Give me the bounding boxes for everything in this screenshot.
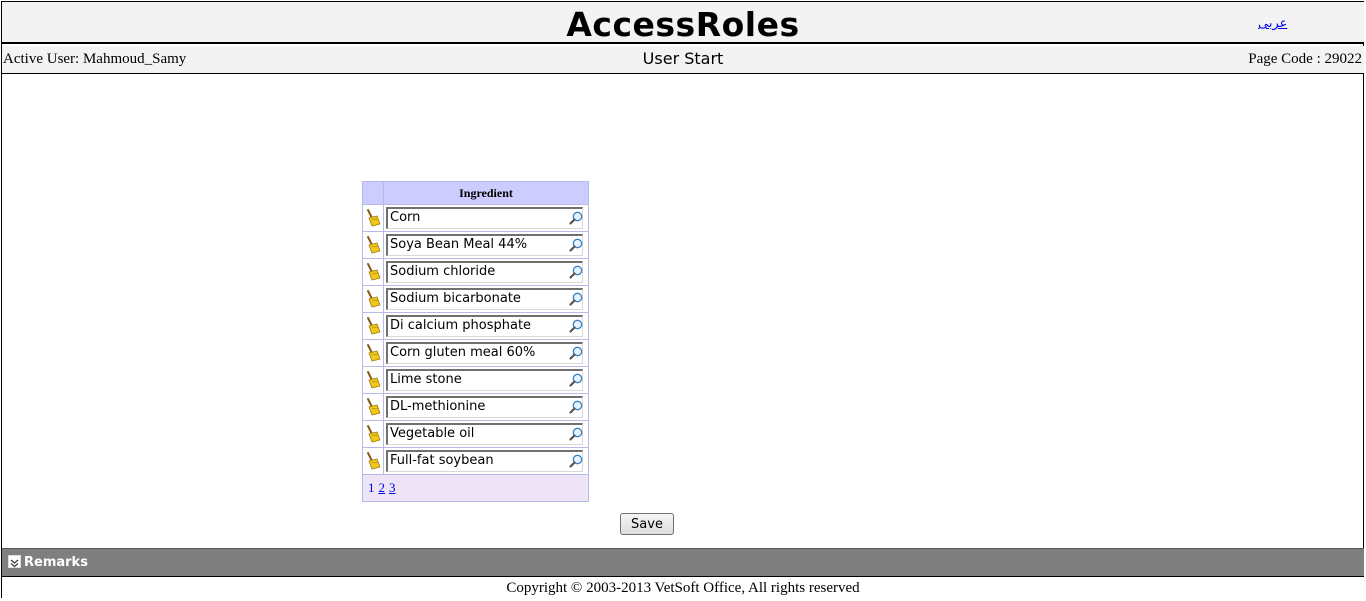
ingredient-cell: Corn [384, 205, 588, 231]
footer: Copyright © 2003-2013 VetSoft Office, Al… [2, 576, 1364, 598]
table-row: Vegetable oil [363, 421, 588, 448]
table-row: Soya Bean Meal 44% [363, 232, 588, 259]
magnifier-icon[interactable] [568, 426, 584, 442]
pager-page-link[interactable]: 2 [379, 480, 386, 496]
ingredient-cell: Sodium bicarbonate [384, 286, 588, 312]
table-row: DL-methionine [363, 394, 588, 421]
broom-icon[interactable] [363, 448, 384, 474]
grid-header-ingredient: Ingredient [384, 182, 588, 204]
title-bar: AccessRoles عربى [2, 2, 1364, 44]
broom-icon[interactable] [363, 259, 384, 285]
broom-icon[interactable] [363, 232, 384, 258]
broom-icon[interactable] [363, 205, 384, 231]
ingredient-input[interactable]: Lime stone [386, 369, 583, 391]
grid-pager: 1 2 3 [363, 475, 588, 501]
collapse-icon[interactable] [8, 555, 21, 568]
ingredient-cell: Vegetable oil [384, 421, 588, 447]
app-title: AccessRoles [566, 5, 800, 44]
remarks-bar[interactable]: Remarks [2, 548, 1364, 576]
broom-icon[interactable] [363, 421, 384, 447]
broom-icon[interactable] [363, 394, 384, 420]
grid-body: Corn Soya Bean Meal 44% Sodium chloride Sod… [363, 205, 588, 475]
remarks-label: Remarks [24, 555, 88, 570]
magnifier-icon[interactable] [568, 345, 584, 361]
info-bar: Active User: Mahmoud_Samy User Start Pag… [2, 46, 1364, 74]
ingredient-cell: Corn gluten meal 60% [384, 340, 588, 366]
page-code-label: Page Code : 29022 [1248, 51, 1362, 67]
table-row: Full-fat soybean [363, 448, 588, 475]
ingredient-input[interactable]: Full-fat soybean [386, 450, 583, 472]
ingredient-grid: Ingredient Corn Soya Bean Meal 44% Sodium … [362, 181, 589, 502]
table-row: Lime stone [363, 367, 588, 394]
save-button[interactable]: Save [620, 513, 674, 535]
table-row: Corn gluten meal 60% [363, 340, 588, 367]
ingredient-input[interactable]: Corn [386, 207, 583, 229]
ingredient-input[interactable]: DL-methionine [386, 396, 583, 418]
magnifier-icon[interactable] [568, 399, 584, 415]
magnifier-icon[interactable] [568, 372, 584, 388]
ingredient-cell: Sodium chloride [384, 259, 588, 285]
magnifier-icon[interactable] [568, 291, 584, 307]
magnifier-icon[interactable] [568, 264, 584, 280]
copyright-text: Copyright © 2003-2013 VetSoft Office, Al… [506, 580, 860, 596]
ingredient-input[interactable]: Sodium bicarbonate [386, 288, 583, 310]
grid-header-row: Ingredient [363, 182, 588, 205]
ingredient-cell: Lime stone [384, 367, 588, 393]
ingredient-input[interactable]: Di calcium phosphate [386, 315, 583, 337]
magnifier-icon[interactable] [568, 453, 584, 469]
ingredient-input[interactable]: Corn gluten meal 60% [386, 342, 583, 364]
ingredient-cell: Full-fat soybean [384, 448, 588, 474]
pager-page-link[interactable]: 3 [389, 480, 396, 496]
magnifier-icon[interactable] [568, 210, 584, 226]
ingredient-input[interactable]: Vegetable oil [386, 423, 583, 445]
language-link[interactable]: عربى [1258, 16, 1287, 31]
ingredient-input[interactable]: Soya Bean Meal 44% [386, 234, 583, 256]
broom-icon[interactable] [363, 367, 384, 393]
table-row: Sodium chloride [363, 259, 588, 286]
broom-icon[interactable] [363, 313, 384, 339]
table-row: Sodium bicarbonate [363, 286, 588, 313]
broom-icon[interactable] [363, 286, 384, 312]
magnifier-icon[interactable] [568, 318, 584, 334]
page-frame [1, 1, 1364, 598]
ingredient-cell: DL-methionine [384, 394, 588, 420]
ingredient-cell: Di calcium phosphate [384, 313, 588, 339]
page-name: User Start [642, 49, 724, 68]
ingredient-cell: Soya Bean Meal 44% [384, 232, 588, 258]
magnifier-icon[interactable] [568, 237, 584, 253]
pager-current-page: 1 [368, 480, 375, 495]
broom-icon[interactable] [363, 340, 384, 366]
table-row: Di calcium phosphate [363, 313, 588, 340]
ingredient-input[interactable]: Sodium chloride [386, 261, 583, 283]
table-row: Corn [363, 205, 588, 232]
grid-header-blank [363, 182, 384, 204]
